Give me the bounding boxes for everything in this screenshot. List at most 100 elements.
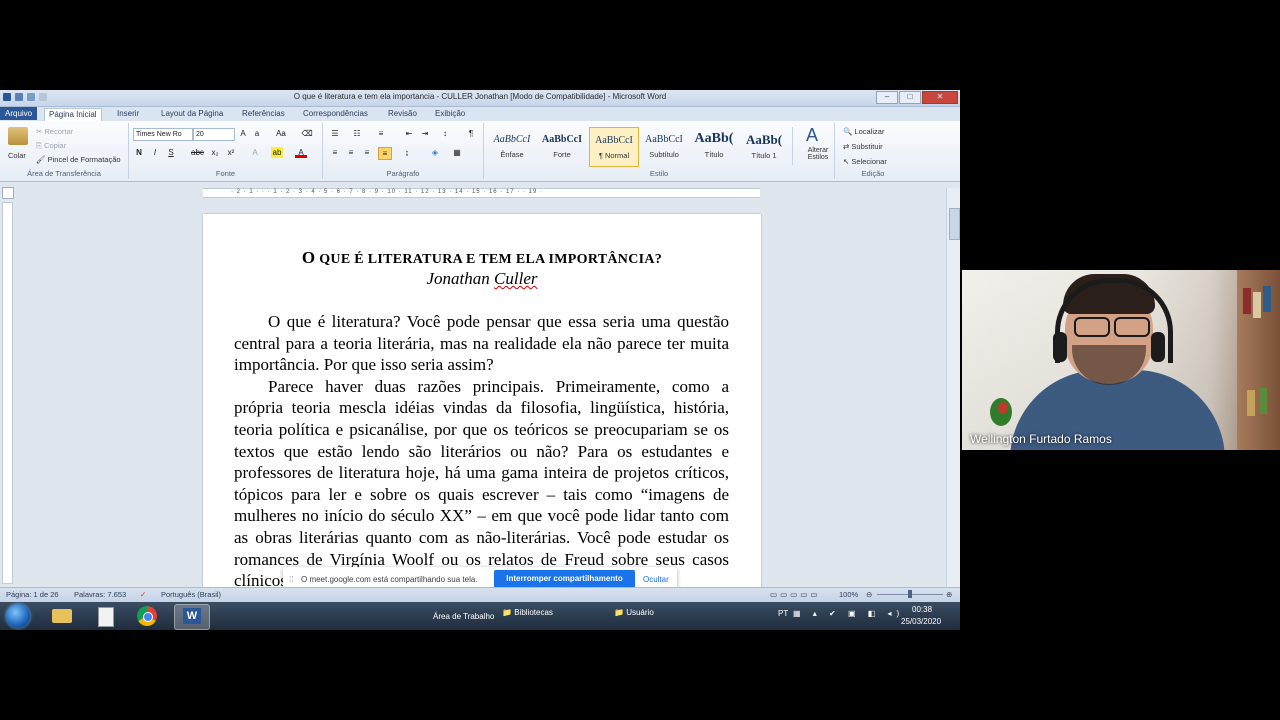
folder-icon: 📁 (614, 608, 624, 617)
style-enfase[interactable]: AaBbCcI Ênfase (488, 127, 536, 165)
start-button[interactable] (6, 604, 30, 628)
find-button[interactable]: 🔍 Localizar (843, 127, 884, 136)
page-count[interactable]: Página: 1 de 26 (6, 590, 59, 599)
paste-button[interactable]: Colar (8, 151, 26, 160)
paragraph-group: ☰ ☷ ≡ ⇤ ⇥ ↕ ¶ ≡ ≡ ≡ ≡ ↨ ◈ ▦ Parágrafo (323, 123, 484, 179)
tab-exibicao[interactable]: Exibição (431, 108, 469, 119)
bullets-icon[interactable]: ☰ (329, 128, 341, 139)
highlight-icon[interactable]: ab (271, 147, 283, 158)
word-taskbar-icon[interactable]: W (174, 604, 210, 630)
stop-sharing-button[interactable]: Interromper compartilhamento (494, 570, 635, 588)
clock-date[interactable]: 25/03/2020 (901, 617, 941, 626)
superscript-button[interactable]: x² (225, 147, 237, 158)
align-left-icon[interactable]: ≡ (329, 147, 341, 158)
notepad-taskbar-icon[interactable] (88, 604, 122, 628)
horizontal-ruler[interactable]: · 2 · 1 · · · 1 · 2 · 3 · 4 · 5 · 6 · 7 … (203, 188, 760, 198)
explorer-taskbar-icon[interactable] (45, 604, 79, 628)
multilevel-list-icon[interactable]: ≡ (375, 128, 387, 139)
language-indicator[interactable]: Português (Brasil) (161, 590, 221, 599)
tab-arquivo[interactable]: Arquivo (0, 107, 38, 120)
copy-button[interactable]: ⎘ Copiar (36, 141, 66, 151)
underline-button[interactable]: S (165, 147, 177, 158)
style-forte[interactable]: AaBbCcI Forte (538, 127, 586, 165)
chrome-taskbar-icon[interactable] (130, 604, 164, 628)
change-styles-button[interactable]: Alterar Estilos (804, 147, 832, 161)
italic-button[interactable]: I (149, 147, 161, 158)
show-marks-icon[interactable]: ¶ (465, 128, 477, 139)
cut-button[interactable]: ✂ Recortar (36, 127, 73, 136)
sort-icon[interactable]: ↕ (439, 128, 451, 139)
proofing-icon[interactable]: ✓ (140, 590, 146, 599)
zoom-slider-knob[interactable] (908, 590, 912, 598)
strikethrough-button[interactable]: abc (191, 147, 204, 158)
language-bar[interactable]: PT (778, 609, 788, 618)
change-styles-icon[interactable]: A (806, 125, 818, 146)
document-page[interactable]: O QUE É LITERATURA E TEM ELA IMPORTÂNCIA… (203, 214, 761, 594)
participant-name: Wellington Furtado Ramos (970, 432, 1112, 446)
zoom-in-icon[interactable]: ⊕ (946, 590, 952, 599)
tray-icons[interactable]: ▦ ▴ ✔ ▣ ◧ ◂) (793, 609, 904, 618)
paste-icon[interactable] (8, 127, 28, 145)
tab-layout[interactable]: Layout da Página (157, 108, 227, 119)
tab-pagina-inicial[interactable]: Página Inicial (44, 108, 102, 122)
title-initial: O (301, 248, 316, 267)
borders-icon[interactable]: ▦ (451, 147, 463, 158)
replace-button[interactable]: ⇄ Substituir (843, 142, 883, 151)
font-color-icon[interactable]: A (295, 147, 307, 158)
minimize-button[interactable]: – (876, 91, 898, 104)
user-toolbar[interactable]: 📁 Usuário (614, 608, 654, 617)
subscript-button[interactable]: x₂ (209, 147, 221, 158)
style-subtitulo[interactable]: AaBbCcI Subtítulo (640, 127, 688, 165)
font-name-combo[interactable]: Times New Ro (133, 128, 193, 141)
change-case-icon[interactable]: Aa (275, 128, 287, 139)
clear-format-icon[interactable]: ⌫ (301, 128, 313, 139)
scroll-thumb[interactable] (949, 208, 960, 240)
drag-handle-icon[interactable]: ⁞⁞ (289, 575, 293, 584)
ruler-toggle[interactable] (2, 187, 14, 199)
justify-icon[interactable]: ≡ (378, 147, 392, 160)
word-count[interactable]: Palavras: 7.653 (74, 590, 126, 599)
numbering-icon[interactable]: ☷ (351, 128, 363, 139)
view-buttons-icon[interactable]: ▭▭▭▭▭ (770, 590, 820, 599)
styles-scroll-icon[interactable] (792, 127, 801, 165)
style-titulo1[interactable]: AaBb( Título 1 (740, 127, 788, 165)
tab-referencias[interactable]: Referências (238, 108, 289, 119)
vertical-ruler[interactable] (2, 202, 13, 584)
styles-label: Estilo (649, 169, 669, 178)
align-center-icon[interactable]: ≡ (345, 147, 357, 158)
window-title: O que é literatura e tem ela importancia… (293, 92, 667, 101)
shading-icon[interactable]: ◈ (429, 147, 441, 158)
zoom-level[interactable]: 100% (839, 590, 858, 599)
style-sample: AaBbCcI (493, 134, 531, 145)
tab-inserir[interactable]: Inserir (113, 108, 143, 119)
line-spacing-icon[interactable]: ↨ (401, 147, 413, 158)
decrease-indent-icon[interactable]: ⇤ (403, 128, 415, 139)
grow-font-icon[interactable]: A (237, 128, 249, 139)
tab-revisao[interactable]: Revisão (384, 108, 421, 119)
shrink-font-icon[interactable]: a (251, 128, 263, 139)
style-titulo[interactable]: AaBb( Título (690, 127, 738, 165)
vertical-scrollbar[interactable] (946, 188, 960, 588)
increase-indent-icon[interactable]: ⇥ (419, 128, 431, 139)
select-button[interactable]: ↖ Selecionar (843, 157, 887, 166)
align-right-icon[interactable]: ≡ (361, 147, 373, 158)
maximize-button[interactable]: □ (899, 91, 921, 104)
style-normal[interactable]: AaBbCcI ¶ Normal (589, 127, 639, 167)
ribbon: Colar ✂ Recortar ⎘ Copiar 🖌 Pincel de Fo… (0, 121, 960, 182)
close-button[interactable]: ✕ (922, 91, 958, 104)
window-controls: – □ ✕ (876, 91, 958, 104)
libraries-toolbar[interactable]: 📁 Bibliotecas (502, 608, 553, 617)
book (1263, 286, 1271, 312)
folder-icon: 📁 (502, 608, 512, 617)
clipboard-group: Colar ✂ Recortar ⎘ Copiar 🖌 Pincel de Fo… (0, 123, 129, 179)
font-size-combo[interactable]: 20 (193, 128, 235, 141)
clock-time[interactable]: 00:38 (912, 605, 932, 614)
bold-button[interactable]: N (133, 147, 145, 158)
hide-link[interactable]: Ocultar (643, 575, 669, 584)
editing-group: 🔍 Localizar ⇄ Substituir ↖ Selecionar Ed… (835, 123, 911, 179)
tab-correspondencias[interactable]: Correspondências (299, 108, 372, 119)
text-effects-icon[interactable]: A (249, 147, 261, 158)
format-painter-button[interactable]: 🖌 Pincel de Formatação (36, 155, 121, 164)
zoom-out-icon[interactable]: ⊖ (866, 590, 872, 599)
desktop-toolbar[interactable]: Área de Trabalho (433, 612, 494, 621)
